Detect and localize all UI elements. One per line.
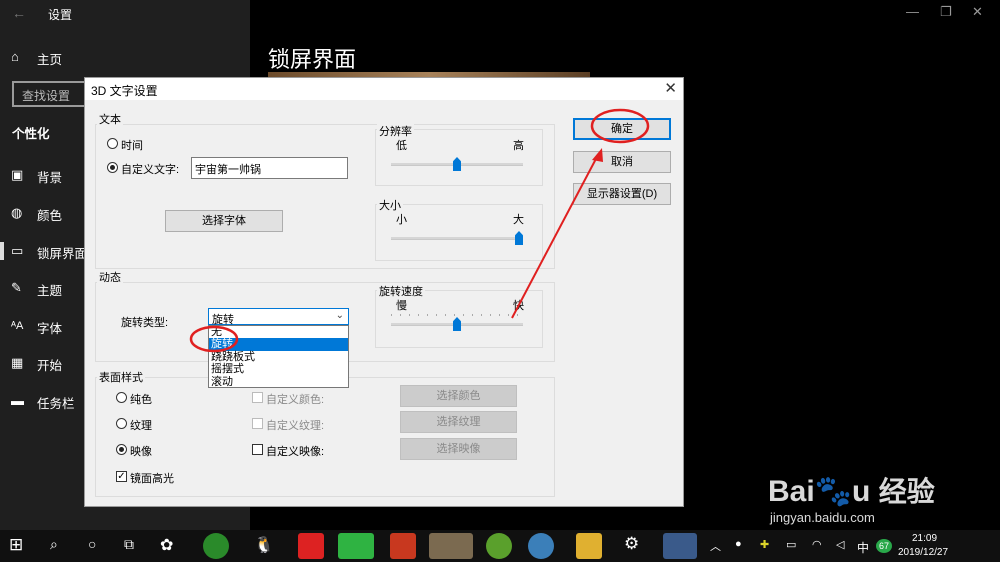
watermark-logo-text: Bai	[768, 475, 815, 508]
volume-icon[interactable]: ◁	[836, 538, 844, 551]
clock-time[interactable]: 21:09	[912, 533, 937, 544]
ime-indicator[interactable]: 中	[857, 539, 869, 556]
battery-icon[interactable]: ▭	[786, 538, 796, 551]
file-explorer-icon[interactable]	[576, 533, 602, 559]
badge[interactable]: 67	[876, 539, 892, 553]
annotation-circle-rotate	[189, 325, 239, 353]
annotation-circle-ok	[590, 108, 650, 144]
security-app-icon[interactable]	[486, 533, 512, 559]
watermark-url: jingyan.baidu.com	[770, 510, 875, 525]
watermark-logo-end: u	[852, 475, 871, 508]
chevron-up-icon[interactable]: ︿	[710, 538, 721, 554]
search-icon[interactable]: ⌕	[50, 536, 58, 553]
display-app-icon[interactable]	[663, 533, 697, 559]
qq-icon[interactable]: 🐧	[254, 535, 274, 555]
clock-date[interactable]: 2019/12/27	[898, 547, 948, 558]
annotation-arrow-head	[592, 148, 603, 162]
cortana-icon[interactable]: ○	[88, 536, 96, 552]
watermark-logo: Bai🐾u 经验	[768, 470, 935, 510]
annotation-arrow-line	[511, 154, 599, 319]
wechat-icon[interactable]	[338, 533, 374, 559]
watermark-brand: 经验	[878, 476, 935, 507]
tray-qq-icon[interactable]: ●	[735, 538, 742, 550]
paw-icon: 🐾	[814, 475, 853, 508]
task-view-icon[interactable]: ⧉	[124, 536, 134, 553]
windows-start-icon[interactable]: ⊞	[9, 535, 23, 555]
chat-app-icon[interactable]	[528, 533, 554, 559]
power-app-icon[interactable]	[390, 533, 416, 559]
taskbar: ⊞ ⌕ ○ ⧉ ✿ 🐧 ⚙ ︿ ● ✚ ▭ ◠ ◁ 中 67 21:09 201…	[0, 530, 1000, 562]
office-app-icon[interactable]	[298, 533, 324, 559]
screensaver-app-icon[interactable]	[429, 533, 473, 559]
pinwheel-app-icon[interactable]: ✿	[160, 535, 173, 555]
wifi-icon[interactable]: ◠	[812, 538, 822, 551]
browser-app-icon[interactable]	[203, 533, 229, 559]
tray-security-icon[interactable]: ✚	[760, 538, 769, 551]
gear-icon[interactable]: ⚙	[624, 534, 639, 554]
